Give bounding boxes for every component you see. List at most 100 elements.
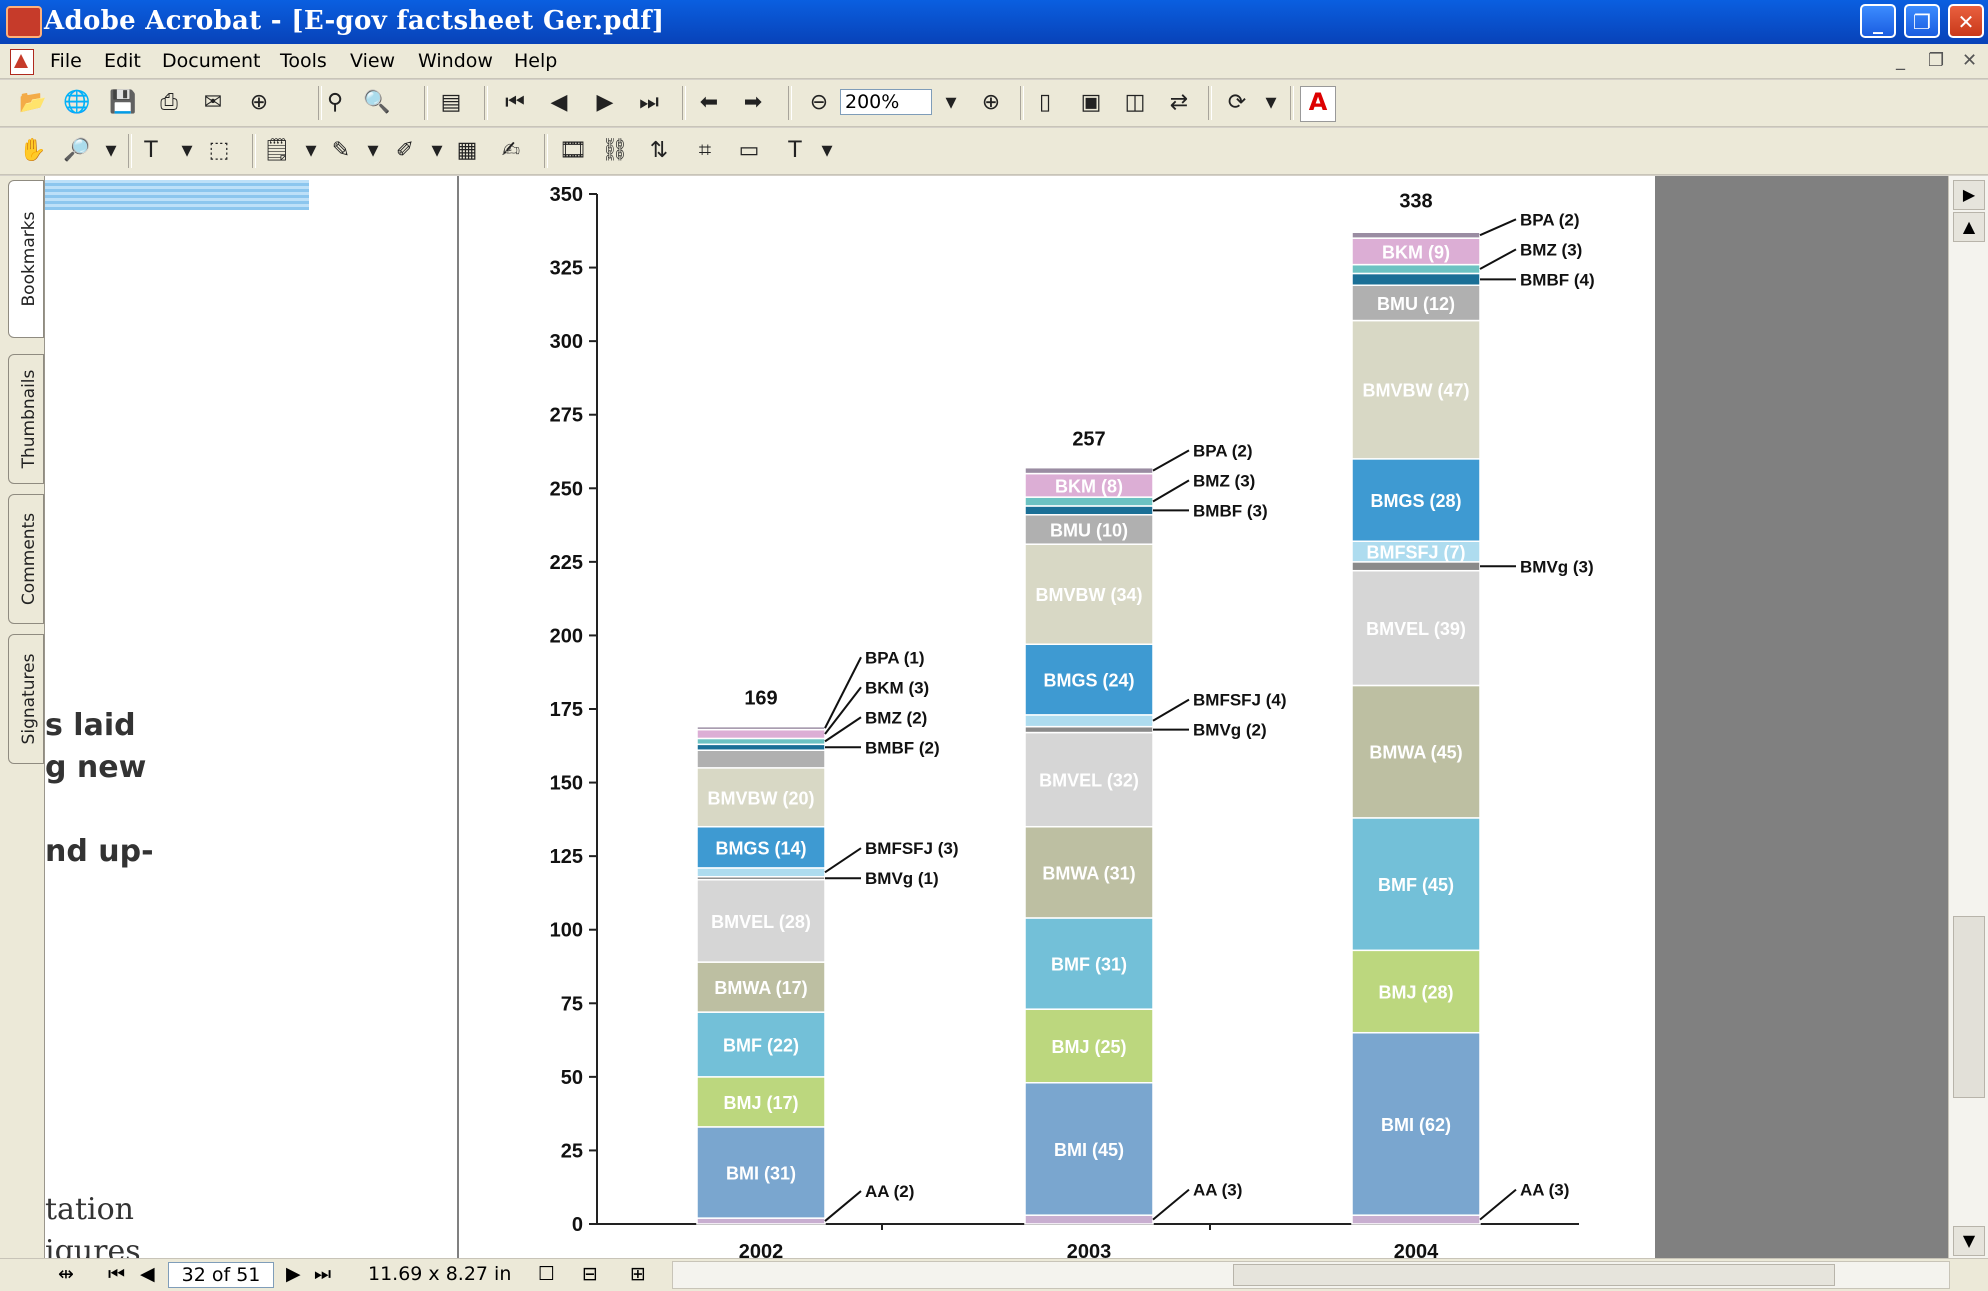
fit-page-icon[interactable]: ▣ (1076, 88, 1106, 118)
highlight-tool-icon[interactable]: ✐ (390, 136, 420, 166)
horizontal-scrollbar[interactable] (672, 1261, 1950, 1289)
snapshot-tool-icon[interactable]: ⬚ (204, 136, 234, 166)
menu-document[interactable]: Document (162, 50, 260, 72)
open-web-page-icon[interactable]: 🌐 (62, 88, 92, 118)
zoom-out-icon[interactable]: ⊖ (804, 88, 834, 118)
print-icon[interactable]: ⎙ (154, 88, 184, 118)
status-prev-page-icon[interactable]: ◀ (140, 1263, 155, 1285)
zoom-tool-icon[interactable]: 🔎 (62, 136, 92, 166)
text-select-tool-icon[interactable]: T (136, 136, 166, 166)
tab-bookmarks[interactable]: Bookmarks (8, 180, 44, 338)
stamp-tool-icon[interactable]: ▦ (452, 136, 482, 166)
highlight-dropdown-icon[interactable]: ▾ (422, 136, 452, 166)
rotate-dropdown-icon[interactable]: ▾ (1256, 88, 1286, 118)
previous-view-icon[interactable]: ⬅ (694, 88, 724, 118)
y-tick-label: 50 (561, 1067, 583, 1089)
pdf-document-icon[interactable] (10, 49, 34, 75)
previous-page-icon[interactable]: ◀ (544, 88, 574, 118)
callout-line (1152, 1188, 1190, 1221)
bar-segment-aa (696, 1217, 826, 1225)
crop-tool-icon[interactable]: ⌗ (690, 136, 720, 166)
minimize-button[interactable]: _ (1860, 4, 1896, 38)
y-tick-label: 100 (550, 920, 583, 942)
scroll-up-icon[interactable]: ▲ (1953, 212, 1985, 242)
menu-file[interactable]: File (50, 50, 82, 72)
tab-signatures[interactable]: Signatures (8, 634, 44, 764)
rotate-view-icon[interactable]: ⟳ (1222, 88, 1252, 118)
y-tick-label: 250 (550, 478, 583, 500)
email-icon[interactable]: ✉ (198, 88, 228, 118)
segment-label: BKM (8) (1055, 476, 1123, 496)
bar-segment-bmfsfj (1024, 714, 1154, 728)
page-number-input[interactable]: 32 of 51 (168, 1262, 274, 1288)
form-tool-icon[interactable]: ▭ (734, 136, 764, 166)
status-next-page-icon[interactable]: ▶ (286, 1263, 301, 1285)
tab-thumbnails[interactable]: Thumbnails (8, 354, 44, 484)
text-select-dropdown-icon[interactable]: ▾ (172, 136, 202, 166)
status-first-page-icon[interactable]: ⏮ (108, 1263, 125, 1285)
zoom-in-icon[interactable]: ⊕ (976, 88, 1006, 118)
main-toolbar: 📂 🌐 💾 ⎙ ✉ ⊕ ⚲ 🔍 ▤ ⏮ ◀ ▶ ⏭ ⬅ ➡ ⊖ 200% ▾ ⊕… (0, 80, 1988, 127)
adobe-logo-icon[interactable]: A (1300, 86, 1336, 122)
menu-tools[interactable]: Tools (280, 50, 327, 72)
last-page-icon[interactable]: ⏭ (634, 88, 664, 118)
bar-segment-bmu (696, 749, 826, 769)
next-view-icon[interactable]: ➡ (738, 88, 768, 118)
navigation-toggle-icon[interactable]: ⇹ (58, 1263, 74, 1285)
first-page-icon[interactable]: ⏮ (500, 88, 530, 118)
continuous-facing-icon[interactable]: ⊞ (630, 1263, 646, 1285)
callout-label: BPA (2) (1520, 210, 1580, 229)
web-search-icon[interactable]: ⊕ (244, 88, 274, 118)
split-view-icon[interactable]: ▶ (1953, 180, 1985, 210)
article-tool-icon[interactable]: ⇅ (644, 136, 674, 166)
doc-restore-button[interactable]: ❐ (1928, 50, 1944, 71)
vertical-scrollbar[interactable]: ▶ ▲ ▼ (1948, 176, 1988, 1258)
close-button[interactable]: ✕ (1948, 4, 1984, 38)
zoom-dropdown-icon[interactable]: ▾ (936, 88, 966, 118)
open-icon[interactable]: 📂 (18, 88, 48, 118)
status-last-page-icon[interactable]: ⏭ (314, 1263, 331, 1285)
link-tool-icon[interactable]: ⛓ (600, 136, 630, 166)
touchup-dropdown-icon[interactable]: ▾ (812, 136, 842, 166)
find-icon[interactable]: ⚲ (320, 88, 350, 118)
reflow-icon[interactable]: ⇄ (1164, 88, 1194, 118)
doc-close-button[interactable]: ✕ (1962, 50, 1977, 71)
scroll-thumb[interactable] (1953, 916, 1985, 1098)
sign-tool-icon[interactable]: ✍ (496, 136, 526, 166)
acrobat-app-icon[interactable] (6, 6, 42, 38)
note-tool-icon[interactable]: 🗒 (262, 136, 292, 166)
actual-size-icon[interactable]: ▯ (1030, 88, 1060, 118)
scroll-down-icon[interactable]: ▼ (1953, 1226, 1985, 1256)
tab-comments[interactable]: Comments (8, 494, 44, 624)
menu-edit[interactable]: Edit (104, 50, 141, 72)
save-icon[interactable]: 💾 (108, 88, 138, 118)
continuous-icon[interactable]: ⊟ (582, 1263, 598, 1285)
show-navigation-pane-icon[interactable]: ▤ (436, 88, 466, 118)
menu-help[interactable]: Help (514, 50, 557, 72)
document-viewport[interactable]: s laid g new nd up- tation igures 0 25 50 7… (45, 176, 1948, 1258)
next-page-icon[interactable]: ▶ (590, 88, 620, 118)
segment-label: BMWA (45) (1369, 743, 1462, 763)
movie-tool-icon[interactable]: 🎞 (558, 136, 588, 166)
pencil-dropdown-icon[interactable]: ▾ (358, 136, 388, 166)
search-icon[interactable]: 🔍 (362, 88, 392, 118)
zoom-input[interactable]: 200% (840, 89, 932, 115)
doc-minimize-button[interactable]: _ (1896, 50, 1905, 71)
pencil-tool-icon[interactable]: ✎ (326, 136, 356, 166)
callout-label: AA (2) (865, 1182, 914, 1201)
category-label: 2003 (1067, 1241, 1112, 1258)
single-page-icon[interactable]: ☐ (538, 1263, 555, 1285)
touchup-text-tool-icon[interactable]: T (780, 136, 810, 166)
segment-label: BMFSFJ (7) (1367, 543, 1466, 563)
hand-tool-icon[interactable]: ✋ (18, 136, 48, 166)
horizontal-scroll-thumb[interactable] (1233, 1264, 1835, 1286)
zoom-tool-dropdown-icon[interactable]: ▾ (96, 136, 126, 166)
callout-label: BMVg (3) (1520, 557, 1594, 576)
menu-view[interactable]: View (350, 50, 395, 72)
restore-button[interactable]: ❐ (1904, 4, 1940, 38)
menu-window[interactable]: Window (418, 50, 493, 72)
segment-label: BMWA (31) (1042, 863, 1135, 883)
callout-line (824, 1190, 862, 1222)
fit-width-icon[interactable]: ◫ (1120, 88, 1150, 118)
note-dropdown-icon[interactable]: ▾ (296, 136, 326, 166)
